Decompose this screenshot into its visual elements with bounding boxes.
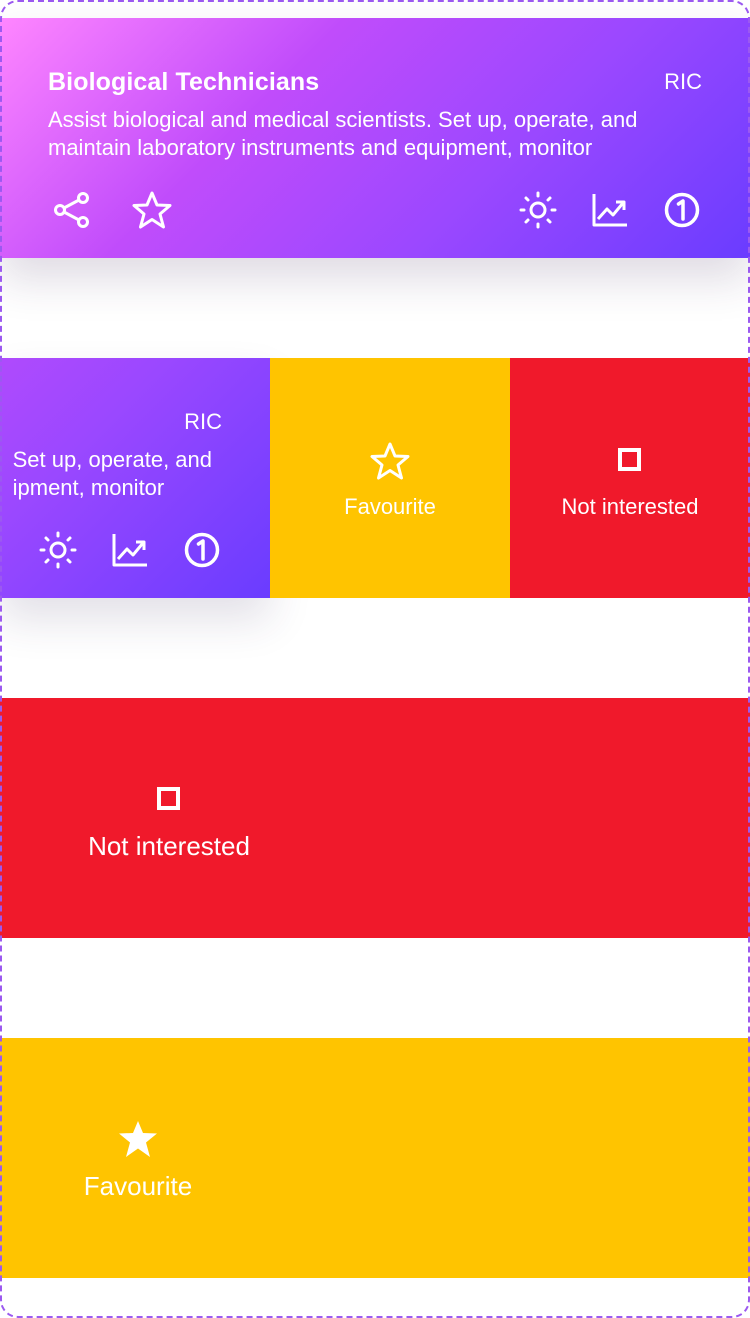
- card-title: Biological Technicians: [48, 68, 320, 96]
- star-filled-icon: [118, 1119, 158, 1159]
- favourite-label: Favourite: [83, 1171, 193, 1201]
- checkbox-outline-icon: [157, 787, 180, 810]
- star-outline-icon[interactable]: [132, 190, 172, 230]
- checkbox-outline-icon: [618, 448, 641, 471]
- trending-up-icon[interactable]: [110, 530, 150, 570]
- card-code: RIC: [664, 69, 702, 94]
- card-description-line: Assist biological and medical scientists…: [48, 107, 638, 132]
- occupation-card[interactable]: Biological Technicians RIC Assist biolog…: [0, 18, 750, 258]
- not-interested-label: Not interested: [88, 831, 250, 861]
- favourite-label: Favourite: [344, 494, 436, 519]
- trending-up-icon[interactable]: [590, 190, 630, 230]
- card-description-line: ipment, monitor: [12, 475, 165, 500]
- sun-icon[interactable]: [38, 530, 78, 570]
- not-interested-swipe[interactable]: Not interested: [0, 698, 750, 938]
- card-description-line: maintain laboratory instruments and equi…: [48, 135, 593, 160]
- favourite-swipe[interactable]: Favourite: [0, 1038, 750, 1278]
- share-icon[interactable]: [52, 190, 92, 230]
- number-one-circle-icon[interactable]: [662, 190, 702, 230]
- card-description-line: Set up, operate, and: [12, 447, 212, 472]
- sun-icon[interactable]: [518, 190, 558, 230]
- card-code: RIC: [184, 409, 222, 434]
- number-one-circle-icon[interactable]: [182, 530, 222, 570]
- star-outline-icon: [370, 441, 410, 481]
- not-interested-label: Not interested: [561, 494, 699, 519]
- not-interested-action[interactable]: Not interested: [510, 358, 750, 598]
- card-description: Set up, operate, and ipment, monitor: [13, 446, 212, 502]
- occupation-card-swiped[interactable]: RIC Set up, operate, and ipment, monitor: [0, 358, 270, 598]
- favourite-action[interactable]: Favourite: [270, 358, 510, 598]
- card-description: Assist biological and medical scientists…: [48, 106, 708, 162]
